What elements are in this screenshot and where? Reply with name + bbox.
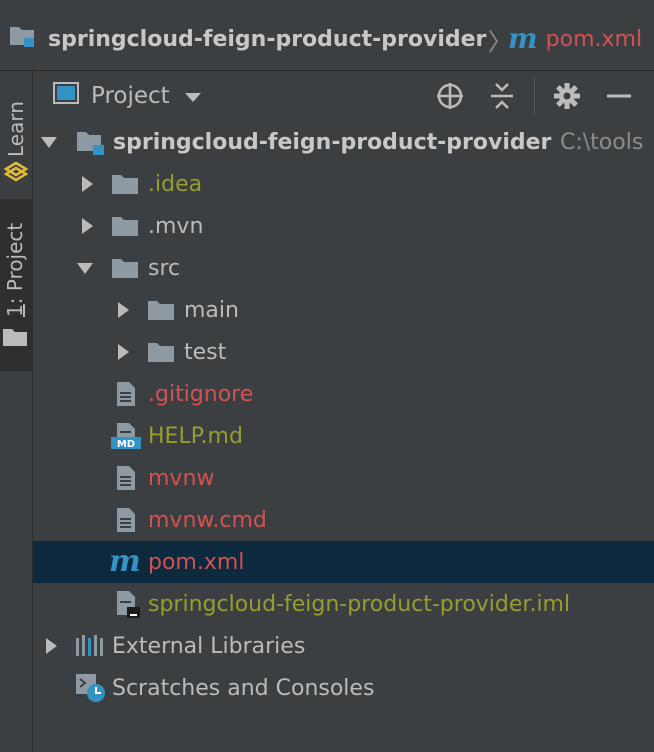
tree-row-gitignore[interactable]: .gitignore: [33, 373, 654, 415]
project-tool-button[interactable]: 1: Project: [0, 199, 32, 371]
tree-row-mvnw-cmd[interactable]: mvnw.cmd: [33, 499, 654, 541]
chevron-down-icon: [184, 83, 202, 109]
minimize-icon: [607, 94, 631, 98]
library-icon: [75, 634, 105, 658]
folder-icon: [111, 257, 139, 279]
project-tool-label: 1: Project: [3, 223, 27, 317]
folder-icon: [111, 173, 139, 195]
collapsed-arrow-icon[interactable]: [113, 300, 133, 320]
breadcrumb-file-label: pom.xml: [545, 26, 643, 52]
tree-row-root[interactable]: springcloud-feign-product-provider C:\to…: [33, 121, 654, 163]
tree-row-mvn[interactable]: .mvn: [33, 205, 654, 247]
text-file-icon: [115, 507, 137, 533]
tree-row-mvnw[interactable]: mvnw: [33, 457, 654, 499]
breadcrumb-file[interactable]: m pom.xml: [508, 22, 642, 56]
header-divider: [534, 77, 535, 115]
collapse-all-button[interactable]: [486, 80, 518, 112]
folder-icon: [2, 327, 28, 351]
breadcrumb-project-label: springcloud-feign-product-provider: [48, 26, 487, 52]
learn-icon: [3, 159, 29, 187]
tree-item-label: mvnw.cmd: [148, 507, 267, 533]
tree-row-test[interactable]: test: [33, 331, 654, 373]
hide-panel-button[interactable]: [603, 80, 635, 112]
folder-icon: [111, 215, 139, 237]
folder-icon: [147, 299, 175, 321]
learn-tool-button[interactable]: Learn: [0, 79, 32, 219]
tree-row-external-libraries[interactable]: External Libraries: [33, 625, 654, 667]
ide-window: springcloud-feign-product-provider 〉 m p…: [0, 0, 654, 752]
tree-row-scratches[interactable]: Scratches and Consoles: [33, 667, 654, 709]
project-tool-number: 1: [3, 304, 27, 317]
collapsed-arrow-icon[interactable]: [41, 636, 61, 656]
tree-item-label: pom.xml: [148, 549, 245, 575]
project-panel-header: Project: [33, 71, 654, 122]
tree-row-src[interactable]: src: [33, 247, 654, 289]
tree-item-label: test: [184, 339, 227, 365]
text-file-icon: [115, 381, 137, 407]
maven-icon: m: [508, 22, 538, 55]
expanded-arrow-icon[interactable]: [75, 258, 95, 278]
collapsed-arrow-icon[interactable]: [77, 216, 97, 236]
collapse-all-icon: [491, 83, 513, 109]
tree-root-label: springcloud-feign-product-provider: [113, 129, 552, 155]
markdown-file-icon: MD: [111, 422, 143, 450]
project-tree[interactable]: springcloud-feign-product-provider C:\to…: [33, 121, 654, 752]
tree-item-label: springcloud-feign-product-provider.iml: [148, 591, 571, 617]
project-view-selector[interactable]: Project: [53, 79, 202, 113]
tree-row-main[interactable]: main: [33, 289, 654, 331]
md-badge-text: MD: [117, 439, 135, 450]
tree-item-label: main: [184, 297, 239, 323]
project-module-icon: [8, 23, 38, 55]
breadcrumb-project[interactable]: springcloud-feign-product-provider: [8, 22, 486, 56]
collapsed-arrow-icon[interactable]: [113, 342, 133, 362]
tree-root-path: C:\tools: [560, 129, 644, 155]
crosshair-icon: [437, 83, 463, 109]
tree-row-idea[interactable]: .idea: [33, 163, 654, 205]
tree-item-label: Scratches and Consoles: [112, 675, 375, 701]
collapsed-arrow-icon[interactable]: [77, 174, 97, 194]
tree-row-iml[interactable]: springcloud-feign-product-provider.iml: [33, 583, 654, 625]
tree-row-help-md[interactable]: MD HELP.md: [33, 415, 654, 457]
text-file-icon: [115, 465, 137, 491]
expanded-arrow-icon[interactable]: [39, 132, 59, 152]
learn-label: Learn: [4, 101, 28, 157]
scratches-icon: [75, 672, 107, 704]
tree-item-label: mvnw: [148, 465, 215, 491]
tree-item-label: .idea: [148, 171, 203, 197]
folder-icon: [147, 341, 175, 363]
settings-button[interactable]: [551, 80, 583, 112]
menu-strip-remnant: [0, 0, 654, 10]
locate-file-button[interactable]: [434, 80, 466, 112]
maven-icon: m: [109, 544, 141, 579]
module-file-icon: [115, 590, 141, 618]
tool-window-stripe: Learn 1: Project: [0, 71, 33, 752]
tree-row-pom-xml[interactable]: m pom.xml: [33, 541, 654, 583]
tree-item-label: .mvn: [148, 213, 204, 239]
tree-item-label: HELP.md: [148, 423, 243, 449]
tree-item-label: src: [148, 255, 181, 281]
project-tool-text: : Project: [3, 222, 27, 305]
project-view-icon: [53, 81, 79, 111]
gear-icon: [554, 83, 580, 109]
tree-item-label: External Libraries: [112, 633, 306, 659]
navigation-bar: springcloud-feign-product-provider 〉 m p…: [0, 0, 654, 71]
tree-item-label: .gitignore: [148, 381, 254, 407]
project-view-label: Project: [91, 83, 170, 109]
project-module-icon: [75, 128, 107, 156]
